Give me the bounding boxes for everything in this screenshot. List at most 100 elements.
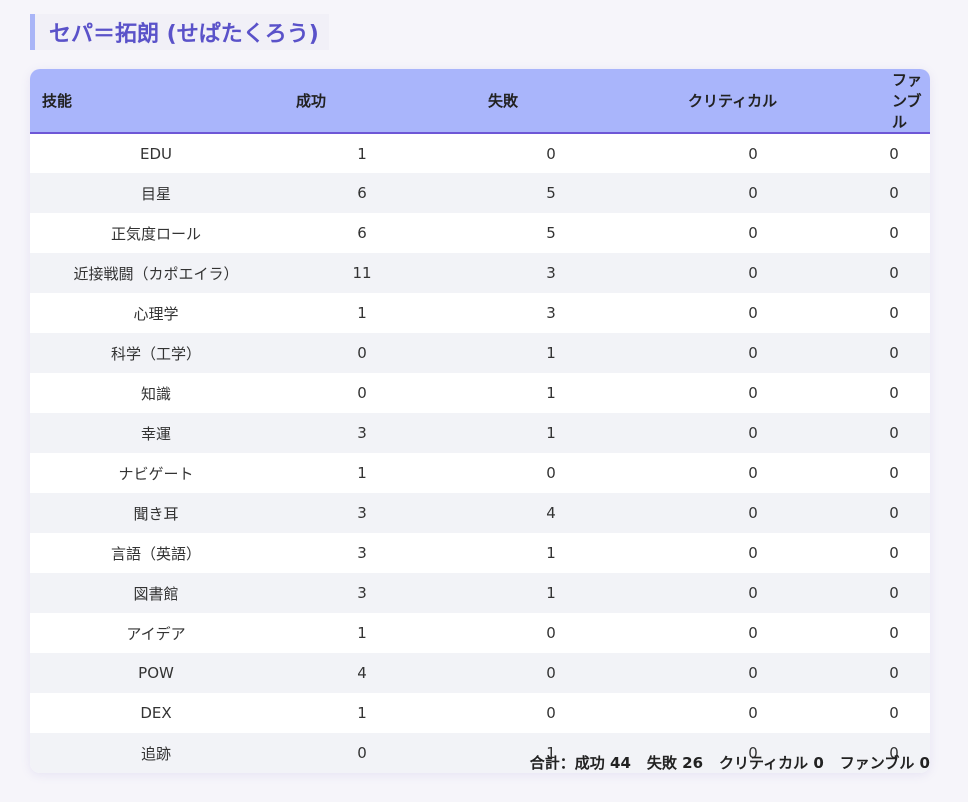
skill-name-cell: POW xyxy=(138,664,174,682)
fumble-count-cell: 0 xyxy=(889,544,899,562)
fumble-count-cell: 0 xyxy=(889,264,899,282)
fumble-count-cell: 0 xyxy=(889,384,899,402)
success-count-cell: 3 xyxy=(357,544,367,562)
table-row: 科学（工学） 0 1 0 0 xyxy=(30,333,930,373)
table-row: 心理学 1 3 0 0 xyxy=(30,293,930,333)
failure-count-cell: 4 xyxy=(546,504,556,522)
failure-count-cell: 5 xyxy=(546,224,556,242)
fumble-count-cell: 0 xyxy=(889,584,899,602)
skill-stats-table: 技能 成功 失敗 クリティカル ファンブル EDU 1 0 0 0 目星 6 5 0 0 正気度ロー… xyxy=(30,69,930,773)
table-row: 近接戦闘（カポエイラ） 11 3 0 0 xyxy=(30,253,930,293)
skill-name-cell: アイデア xyxy=(126,624,186,643)
table-row: 言語（英語） 3 1 0 0 xyxy=(30,533,930,573)
skill-name-cell: 目星 xyxy=(140,184,171,203)
success-count-cell: 1 xyxy=(357,464,367,482)
skill-name-cell: ナビゲート xyxy=(118,464,194,483)
critical-count-cell: 0 xyxy=(748,264,758,282)
table-row: 図書館 3 1 0 0 xyxy=(30,573,930,613)
skill-name-cell: 幸運 xyxy=(140,424,171,443)
page-title: セパ＝拓朗 (せぱたくろう) xyxy=(49,22,319,47)
success-count-cell: 3 xyxy=(357,504,367,522)
critical-count-cell: 0 xyxy=(748,544,758,562)
skill-name-cell: 近接戦闘（カポエイラ） xyxy=(73,264,239,283)
success-count-cell: 6 xyxy=(357,224,367,242)
failure-count-cell: 1 xyxy=(546,424,556,442)
page-title-bar: セパ＝拓朗 (せぱたくろう) xyxy=(30,14,329,50)
failure-count-cell: 1 xyxy=(546,544,556,562)
failure-count-cell: 0 xyxy=(546,664,556,682)
fumble-count-cell: 0 xyxy=(889,424,899,442)
skill-name-cell: 聞き耳 xyxy=(133,504,179,523)
table-row: アイデア 1 0 0 0 xyxy=(30,613,930,653)
critical-count-cell: 0 xyxy=(748,464,758,482)
skill-name-cell: 追跡 xyxy=(140,744,171,763)
table-row: POW 4 0 0 0 xyxy=(30,653,930,693)
failure-count-cell: 0 xyxy=(546,144,556,163)
success-count-cell: 0 xyxy=(357,344,367,362)
column-header-failure: 失敗 xyxy=(488,92,519,110)
failure-count-cell: 5 xyxy=(546,184,556,202)
success-count-cell: 1 xyxy=(357,304,367,322)
totals-summary: 合計： 成功 44 失敗 26 クリティカル 0 ファンブル 0 xyxy=(530,752,930,773)
table-row: 聞き耳 3 4 0 0 xyxy=(30,493,930,533)
critical-count-cell: 0 xyxy=(748,424,758,442)
skill-stats-card: 技能 成功 失敗 クリティカル ファンブル EDU 1 0 0 0 目星 6 5 0 0 正気度ロー… xyxy=(30,69,930,773)
skill-name-cell: DEX xyxy=(140,704,172,722)
success-count-cell: 1 xyxy=(357,704,367,722)
success-count-cell: 6 xyxy=(357,184,367,202)
totals-success: 成功 44 xyxy=(574,754,631,772)
skill-name-cell: 知識 xyxy=(140,384,171,403)
column-header-critical: クリティカル xyxy=(688,92,778,110)
failure-count-cell: 0 xyxy=(546,704,556,722)
critical-count-cell: 0 xyxy=(748,144,758,163)
success-count-cell: 4 xyxy=(357,664,367,682)
totals-critical: クリティカル 0 xyxy=(719,754,824,772)
table-header: 技能 成功 失敗 クリティカル ファンブル xyxy=(30,69,930,133)
critical-count-cell: 0 xyxy=(748,304,758,322)
success-count-cell: 3 xyxy=(357,584,367,602)
skill-name-cell: 科学（工学） xyxy=(110,344,201,363)
fumble-count-cell: 0 xyxy=(889,624,899,642)
table-row: ナビゲート 1 0 0 0 xyxy=(30,453,930,493)
fumble-count-cell: 0 xyxy=(889,464,899,482)
failure-count-cell: 3 xyxy=(546,264,556,282)
failure-count-cell: 0 xyxy=(546,464,556,482)
critical-count-cell: 0 xyxy=(748,704,758,722)
critical-count-cell: 0 xyxy=(748,184,758,202)
totals-label: 合計： xyxy=(529,754,575,772)
failure-count-cell: 1 xyxy=(546,344,556,362)
fumble-count-cell: 0 xyxy=(889,504,899,522)
success-count-cell: 0 xyxy=(357,384,367,402)
table-row: EDU 1 0 0 0 xyxy=(30,133,930,173)
skill-name-cell: 言語（英語） xyxy=(110,544,201,563)
critical-count-cell: 0 xyxy=(748,584,758,602)
critical-count-cell: 0 xyxy=(748,664,758,682)
fumble-count-cell: 0 xyxy=(889,304,899,322)
table-row: 正気度ロール 6 5 0 0 xyxy=(30,213,930,253)
table-body: EDU 1 0 0 0 目星 6 5 0 0 正気度ロール 6 5 0 0 近接戦闘（カポエイラ） 11 3 0 0 心… xyxy=(30,133,930,773)
failure-count-cell: 1 xyxy=(546,584,556,602)
fumble-count-cell: 0 xyxy=(889,664,899,682)
success-count-cell: 0 xyxy=(357,744,367,762)
totals-fumble: ファンブル 0 xyxy=(839,754,930,772)
column-header-skill: 技能 xyxy=(42,92,73,110)
skill-name-cell: 心理学 xyxy=(133,304,179,323)
skill-name-cell: 図書館 xyxy=(133,584,179,603)
fumble-count-cell: 0 xyxy=(889,704,899,722)
failure-count-cell: 1 xyxy=(546,384,556,402)
critical-count-cell: 0 xyxy=(748,344,758,362)
fumble-count-cell: 0 xyxy=(889,224,899,242)
totals-failure: 失敗 26 xyxy=(646,754,704,772)
column-header-fumble: ファンブル xyxy=(892,71,923,131)
critical-count-cell: 0 xyxy=(748,224,758,242)
table-header-row: 技能 成功 失敗 クリティカル ファンブル xyxy=(30,69,930,133)
table-row: DEX 1 0 0 0 xyxy=(30,693,930,733)
skill-name-cell: EDU xyxy=(139,144,172,163)
critical-count-cell: 0 xyxy=(748,504,758,522)
critical-count-cell: 0 xyxy=(748,384,758,402)
fumble-count-cell: 0 xyxy=(889,144,899,163)
success-count-cell: 11 xyxy=(352,264,372,282)
success-count-cell: 3 xyxy=(357,424,367,442)
table-row: 幸運 3 1 0 0 xyxy=(30,413,930,453)
fumble-count-cell: 0 xyxy=(889,184,899,202)
